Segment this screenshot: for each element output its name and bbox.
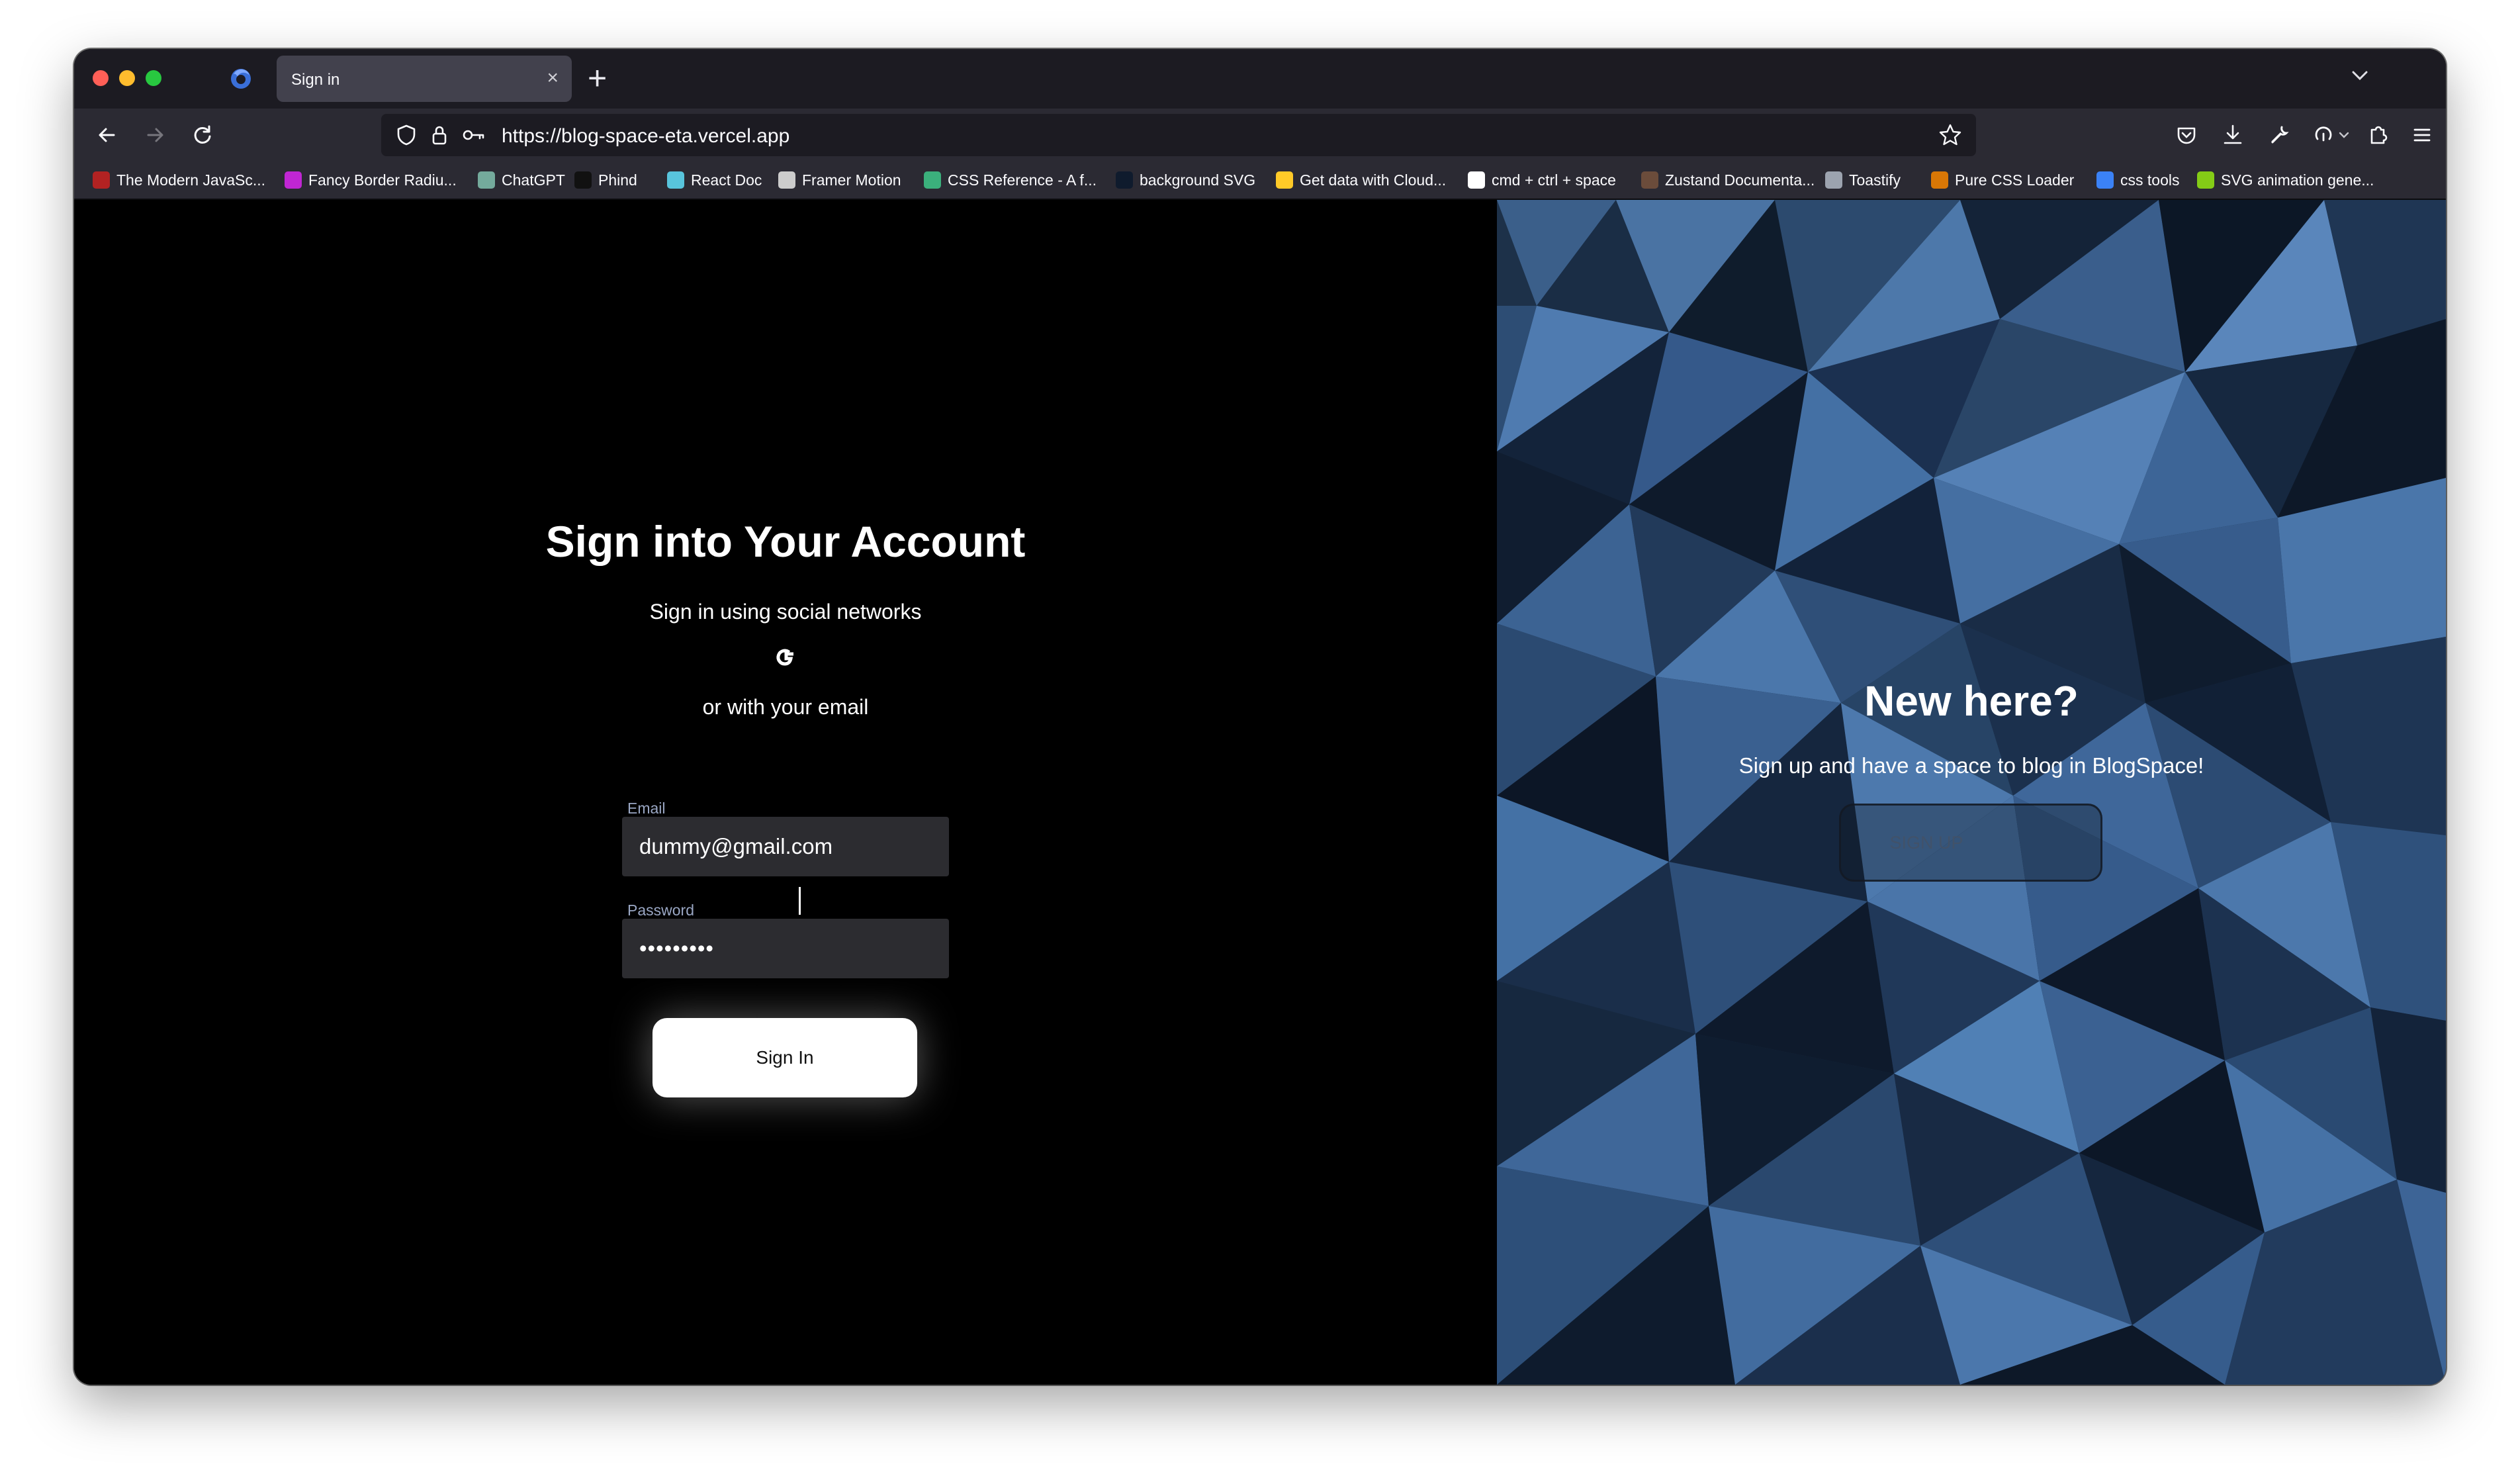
background-svg-icon <box>1116 171 1133 189</box>
extension-menu-icon[interactable] <box>2310 120 2356 150</box>
bookmark-item[interactable]: Pure CSS Loader <box>1931 168 2074 192</box>
globe-icon <box>778 171 795 189</box>
email-label: Email <box>627 800 666 817</box>
navigation-toolbar: https://blog-space-eta.vercel.app <box>74 109 2446 162</box>
tab-strip: Sign in × + <box>74 49 2446 109</box>
browser-window: Sign in × + https://blog-space-eta.verce… <box>74 49 2446 1385</box>
wrench-icon[interactable] <box>2265 120 2294 150</box>
sign-up-description: Sign up and have a space to blog in Blog… <box>1738 753 2204 778</box>
back-arrow-icon[interactable] <box>93 120 122 150</box>
text-caret <box>799 887 801 915</box>
bookmark-item[interactable]: cmd + ctrl + space <box>1468 168 1616 192</box>
polygon-background <box>1497 200 2446 1385</box>
sign-in-panel: Sign into Your Account Sign in using soc… <box>74 200 1497 1385</box>
svg-animation-icon <box>2197 171 2214 189</box>
downloads-icon[interactable] <box>2218 120 2247 150</box>
bookmark-item[interactable]: Zustand Documenta... <box>1641 168 1815 192</box>
phind-icon <box>574 171 592 189</box>
sign-in-title: Sign into Your Account <box>545 517 1026 566</box>
google-icon <box>1468 171 1485 189</box>
bookmark-label: css tools <box>2120 171 2180 189</box>
bookmark-item[interactable]: Phind <box>574 168 637 192</box>
bookmark-label: ChatGPT <box>502 171 565 189</box>
bookmark-item[interactable]: background SVG <box>1116 168 1255 192</box>
bookmark-star-icon[interactable] <box>1938 122 1963 148</box>
password-field[interactable] <box>622 919 949 978</box>
bookmark-label: background SVG <box>1140 171 1256 189</box>
email-field[interactable] <box>622 817 949 876</box>
bookmark-item[interactable]: Fancy Border Radiu... <box>285 168 457 192</box>
bookmark-label: React Doc <box>691 171 762 189</box>
bookmark-label: The Modern JavaSc... <box>116 171 265 189</box>
minimize-window-button[interactable] <box>119 70 135 86</box>
bookmark-item[interactable]: ChatGPT <box>478 168 565 192</box>
bookmark-item[interactable]: CSS Reference - A f... <box>924 168 1097 192</box>
forward-arrow-icon[interactable] <box>140 120 169 150</box>
bookmark-label: SVG animation gene... <box>2221 171 2374 189</box>
url-bar[interactable]: https://blog-space-eta.vercel.app <box>381 114 1976 156</box>
google-icon[interactable] <box>769 641 803 675</box>
key-icon[interactable] <box>461 123 487 147</box>
bookmark-item[interactable]: React Doc <box>667 168 762 192</box>
tab-title: Sign in <box>291 71 340 89</box>
url-text[interactable]: https://blog-space-eta.vercel.app <box>502 125 789 148</box>
bookmark-label: Fancy Border Radiu... <box>308 171 457 189</box>
firefox-view-icon[interactable] <box>228 65 254 91</box>
bookmarks-toolbar: The Modern JavaSc... Fancy Border Radiu..… <box>74 162 2446 200</box>
css-reference-icon <box>924 171 941 189</box>
pocket-icon[interactable] <box>2172 120 2201 150</box>
close-window-button[interactable] <box>93 70 109 86</box>
lock-icon[interactable] <box>428 123 451 147</box>
bookmark-label: Framer Motion <box>802 171 901 189</box>
hamburger-menu-icon[interactable] <box>2408 120 2437 150</box>
js-info-icon <box>93 171 110 189</box>
sign-up-panel: New here? Sign up and have a space to bl… <box>1497 200 2446 1385</box>
reload-icon[interactable] <box>188 120 217 150</box>
tab-sign-in[interactable]: Sign in × <box>277 56 572 102</box>
password-label: Password <box>627 902 694 919</box>
bookmark-item[interactable]: Get data with Cloud... <box>1276 168 1446 192</box>
email-sign-in-text: or with your email <box>702 695 869 719</box>
page-content: Sign into Your Account Sign in using soc… <box>74 200 2446 1385</box>
close-tab-icon[interactable]: × <box>547 65 559 91</box>
fancy-border-icon <box>285 171 302 189</box>
social-sign-in-text: Sign in using social networks <box>649 600 922 624</box>
sign-in-button[interactable]: Sign In <box>652 1018 917 1097</box>
extensions-puzzle-icon[interactable] <box>2364 120 2393 150</box>
bookmark-item[interactable]: SVG animation gene... <box>2197 168 2374 192</box>
shield-icon[interactable] <box>394 123 418 147</box>
css-tools-icon <box>2096 171 2114 189</box>
bookmark-label: cmd + ctrl + space <box>1492 171 1616 189</box>
new-here-title: New here? <box>1864 677 2079 725</box>
bookmark-label: Phind <box>598 171 637 189</box>
bookmark-item[interactable]: css tools <box>2096 168 2179 192</box>
css-loader-icon <box>1931 171 1948 189</box>
zoom-window-button[interactable] <box>146 70 161 86</box>
toastify-icon <box>1825 171 1842 189</box>
bookmark-item[interactable]: Framer Motion <box>778 168 901 192</box>
new-tab-button[interactable]: + <box>588 57 607 99</box>
bookmark-label: Pure CSS Loader <box>1955 171 2075 189</box>
zustand-icon <box>1641 171 1658 189</box>
bookmark-label: Toastify <box>1849 171 1901 189</box>
chatgpt-icon <box>478 171 495 189</box>
chevron-down-icon[interactable] <box>2347 62 2373 89</box>
bookmark-item[interactable]: The Modern JavaSc... <box>93 168 265 192</box>
bookmark-label: Zustand Documenta... <box>1665 171 1815 189</box>
bookmark-label: Get data with Cloud... <box>1300 171 1447 189</box>
bookmark-item[interactable]: Toastify <box>1825 168 1901 192</box>
react-icon <box>667 171 684 189</box>
bookmark-label: CSS Reference - A f... <box>948 171 1097 189</box>
sign-up-button[interactable]: SIGN UP <box>1839 804 2102 882</box>
firebase-icon <box>1276 171 1293 189</box>
